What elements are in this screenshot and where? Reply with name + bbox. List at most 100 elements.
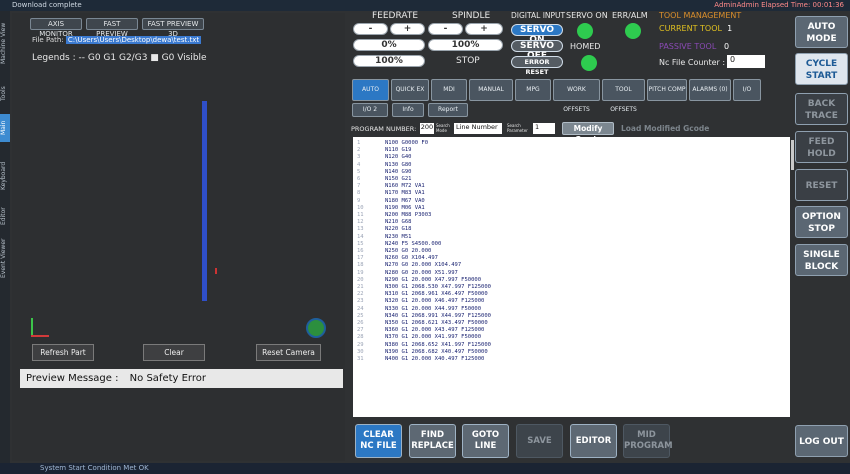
- feed-hold-button[interactable]: FEED HOLD: [795, 131, 848, 163]
- code-line[interactable]: 20 N290 G1 20.000 X47.997 F50000: [357, 277, 786, 284]
- gcode-editor[interactable]: 1 N100 G0000 F0 2 N110 G19 3 N120 G40 4 N130 G8…: [353, 137, 790, 417]
- spindle-minus-button[interactable]: -: [428, 23, 463, 35]
- tab-pitch-comp[interactable]: PITCH COMP: [647, 79, 687, 101]
- tab-main[interactable]: Main: [0, 114, 10, 142]
- code-line[interactable]: 6 N150 G21: [357, 176, 786, 183]
- code-line[interactable]: 29 N380 G1 2068.652 X41.997 F125000: [357, 342, 786, 349]
- err-alm-label: ERR/ALM: [612, 11, 648, 20]
- code-line[interactable]: 2 N110 G19: [357, 147, 786, 154]
- editor-button[interactable]: EDITOR: [570, 424, 617, 458]
- tab-mpg[interactable]: MPG: [515, 79, 551, 101]
- tab-work-offsets[interactable]: WORK OFFSETS: [553, 79, 600, 113]
- servo-off-button[interactable]: SERVO OFF: [511, 40, 563, 61]
- code-line[interactable]: 18 N270 G0 20.000 X104.497: [357, 262, 786, 269]
- code-line[interactable]: 24 N330 G1 20.000 X44.997 F50000: [357, 306, 786, 313]
- tab-io[interactable]: I/O: [733, 79, 761, 101]
- tab-auto[interactable]: AUTO: [352, 79, 389, 101]
- code-line[interactable]: 19 N280 G0 20.000 X51.997: [357, 270, 786, 277]
- refresh-part-button[interactable]: Refresh Part: [32, 344, 94, 361]
- code-line[interactable]: 26 N350 G1 2068.621 X43.497 F50000: [357, 320, 786, 327]
- code-line[interactable]: 14 N230 M51: [357, 234, 786, 241]
- tab-alarms[interactable]: ALARMS (0): [689, 79, 731, 101]
- nc-file-counter-input[interactable]: 0: [727, 55, 765, 68]
- feedrate-plus-button[interactable]: +: [390, 23, 425, 35]
- file-path-row: File Path: C:\Users\Users\Desktop\dewa\t…: [32, 36, 202, 44]
- line-number: 20: [357, 276, 364, 283]
- code-line[interactable]: 7 N160 M72 VA1: [357, 183, 786, 190]
- error-reset-button[interactable]: ERROR RESET: [511, 56, 563, 76]
- tab-manual[interactable]: MANUAL: [469, 79, 513, 101]
- search-parameter-input[interactable]: 1: [533, 123, 555, 134]
- option-stop-button[interactable]: OPTION STOP: [795, 206, 848, 238]
- tab-report[interactable]: Report: [428, 103, 468, 117]
- code-line[interactable]: 31 N400 G1 20.000 X40.497 F125000: [357, 356, 786, 363]
- code-line[interactable]: 10 N190 M06 VA1: [357, 205, 786, 212]
- reset-camera-button[interactable]: Reset Camera: [256, 344, 321, 361]
- line-text: N330 G1 20.000 X44.997 F50000: [385, 305, 482, 312]
- back-trace-button[interactable]: BACK TRACE: [795, 93, 848, 125]
- clear-nc-file-button[interactable]: CLEAR NC FILE: [355, 424, 402, 458]
- line-number: 16: [357, 248, 364, 255]
- tab-io2[interactable]: I/O 2: [352, 103, 388, 117]
- single-block-button[interactable]: SINGLE BLOCK: [795, 244, 848, 276]
- save-button[interactable]: SAVE: [516, 424, 563, 458]
- line-text: N350 G1 2068.621 X43.497 F50000: [385, 320, 488, 327]
- spindle-plus-button[interactable]: +: [465, 23, 503, 35]
- code-line[interactable]: 15 N240 F5 S4500.000: [357, 241, 786, 248]
- code-line[interactable]: 22 N310 G1 2068.961 X46.497 F50000: [357, 291, 786, 298]
- current-tool-label: CURRENT TOOL 1: [659, 24, 733, 33]
- code-line[interactable]: 4 N130 G80: [357, 162, 786, 169]
- code-line[interactable]: 21 N300 G1 2068.530 X47.997 F125000: [357, 284, 786, 291]
- tab-quick-ex[interactable]: QUICK EX: [391, 79, 429, 101]
- load-modified-gcode-button[interactable]: Load Modified Gcode: [621, 124, 709, 133]
- tab-event-viewer[interactable]: Event Viewer: [0, 236, 10, 281]
- fast-preview-button[interactable]: FAST PREVIEW: [86, 18, 138, 38]
- line-number: 24: [357, 305, 364, 312]
- fast-preview-3d-button[interactable]: FAST PREVIEW 3D: [142, 18, 204, 38]
- goto-line-button[interactable]: GOTO LINE: [462, 424, 509, 458]
- log-out-button[interactable]: LOG OUT: [795, 425, 848, 457]
- code-line[interactable]: 12 N210 G68: [357, 219, 786, 226]
- servo-on-button[interactable]: SERVO ON: [511, 24, 563, 45]
- mid-program-button[interactable]: MID PROGRAM: [623, 424, 673, 458]
- code-line[interactable]: 11 N200 M88 P3003: [357, 212, 786, 219]
- code-line[interactable]: 13 N220 G18: [357, 226, 786, 233]
- reset-button[interactable]: RESET: [795, 169, 848, 201]
- search-mode-select[interactable]: Line Number: [454, 123, 502, 134]
- tab-mdi[interactable]: MDI: [431, 79, 467, 101]
- code-line[interactable]: 8 N170 M83 VA1: [357, 190, 786, 197]
- code-line[interactable]: 25 N340 G1 2068.991 X44.997 F125000: [357, 313, 786, 320]
- program-number-input[interactable]: 200: [420, 123, 434, 134]
- tab-machine-view[interactable]: Machine View: [0, 21, 10, 66]
- line-text: N120 G40: [385, 154, 412, 161]
- editor-scrollbar[interactable]: [791, 140, 794, 170]
- tab-tool-offsets[interactable]: TOOL OFFSETS: [602, 79, 645, 113]
- code-line[interactable]: 30 N390 G1 2068.682 X40.497 F50000: [357, 349, 786, 356]
- tab-tools[interactable]: Tools: [0, 81, 10, 106]
- code-line[interactable]: 9 N180 M67 VA0: [357, 198, 786, 205]
- code-line[interactable]: 5 N140 G90: [357, 169, 786, 176]
- feedrate-minus-button[interactable]: -: [353, 23, 388, 35]
- tab-info[interactable]: Info: [392, 103, 424, 117]
- code-line[interactable]: 23 N320 G1 20.000 X46.497 F125000: [357, 298, 786, 305]
- tab-keyboard[interactable]: Keyboard: [0, 156, 10, 196]
- code-line[interactable]: 17 N260 G0 X104.497: [357, 255, 786, 262]
- code-line[interactable]: 3 N120 G40: [357, 154, 786, 161]
- find-replace-button[interactable]: FIND REPLACE: [409, 424, 456, 458]
- line-number: 11: [357, 212, 364, 219]
- axis-monitor-button[interactable]: AXIS MONITOR: [30, 18, 82, 38]
- code-line[interactable]: 16 N250 G0 20.000: [357, 248, 786, 255]
- code-line[interactable]: 1 N100 G0000 F0: [357, 140, 786, 147]
- line-text: N240 F5 S4500.000: [385, 240, 442, 247]
- line-text: N370 G1 20.000 X41.997 F50000: [385, 334, 482, 341]
- code-line[interactable]: 28 N370 G1 20.000 X41.997 F50000: [357, 334, 786, 341]
- clear-button[interactable]: Clear: [143, 344, 205, 361]
- code-line[interactable]: 27 N360 G1 20.000 X43.497 F125000: [357, 327, 786, 334]
- toolpath-line: [202, 101, 207, 301]
- vertical-tab-bar: Machine View Tools Main Keyboard Editor …: [0, 11, 10, 463]
- auto-mode-button[interactable]: AUTO MODE: [795, 16, 848, 48]
- modify-gcode-button[interactable]: Modify Gcode: [562, 122, 614, 144]
- view-cube-icon[interactable]: [306, 318, 326, 338]
- cycle-start-button[interactable]: CYCLE START: [795, 53, 848, 85]
- tab-editor[interactable]: Editor: [0, 201, 10, 231]
